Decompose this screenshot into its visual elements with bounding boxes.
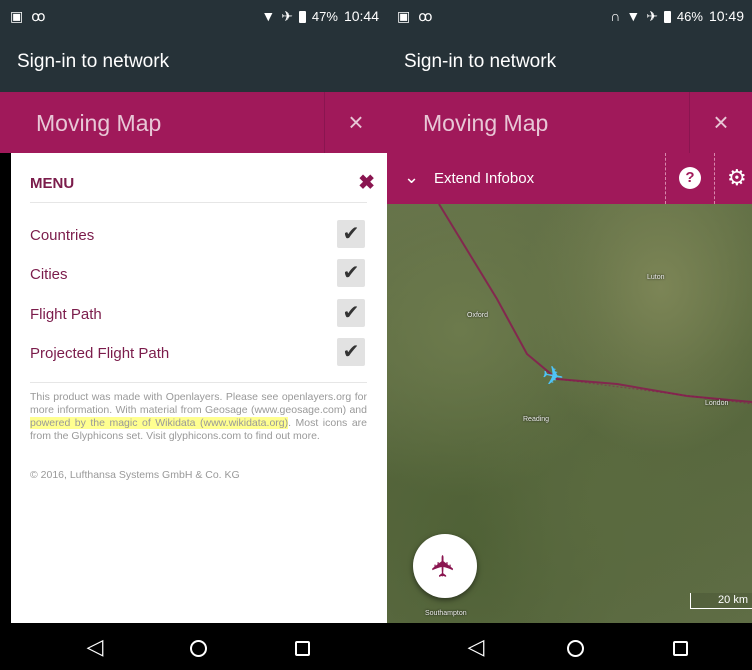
app-bar: Sign-in to network [387,32,752,92]
credits-highlight: powered by the magic of Wikidata (www.wi… [30,417,289,429]
checkmark-icon[interactable]: ✔ [337,338,365,366]
app-bar-title: Sign-in to network [404,51,557,72]
place-label: Luton [647,274,665,281]
center-airplane-button[interactable]: ✈ [413,534,477,598]
infobar-divider [714,153,715,204]
checkmark-icon[interactable]: ✔ [337,220,365,248]
airplane-mode-icon: ✈ [646,8,658,24]
menu-item-countries[interactable]: Countries ✔ [30,220,367,252]
menu-panel: MENU ✖ Countries ✔ Cities ✔ Flight Path … [11,153,387,623]
right-screenshot: ▣ ꝏ ∩ ▼ ✈ 46% 10:49 Sign-in to network M… [387,0,752,670]
place-label: London [705,400,729,407]
clock: 10:44 [343,8,379,24]
menu-item-label: Flight Path [30,306,102,323]
menu-item-cities[interactable]: Cities ✔ [30,259,367,291]
close-map-button[interactable]: × [690,92,752,153]
recents-icon[interactable] [272,623,332,670]
battery-icon [663,11,671,23]
battery-icon [298,11,306,23]
system-nav-bar: ◁ [0,623,387,670]
battery-percent: 47% [311,8,338,24]
menu-divider [30,382,367,383]
home-icon[interactable] [545,623,605,670]
menu-item-label: Countries [30,227,95,244]
app-bar-title: Sign-in to network [17,51,170,72]
map-header: Moving Map × [0,92,387,153]
menu-close-icon[interactable]: ✖ [358,170,375,195]
recents-icon[interactable] [650,623,710,670]
app-bar: Sign-in to network [0,32,387,92]
place-label: Oxford [467,312,489,319]
menu-divider [30,202,367,203]
map-header-title: Moving Map [36,110,162,136]
wifi-icon: ▼ [261,8,276,24]
place-label: Reading [523,416,550,423]
map-scale: 20 km [690,593,752,609]
home-icon[interactable] [168,623,228,670]
clock: 10:49 [708,8,744,24]
airplane-mode-icon: ✈ [281,8,293,24]
image-icon: ▣ [10,8,24,24]
checkmark-icon[interactable]: ✔ [337,299,365,327]
flight-path-line [438,204,752,403]
wifi-icon: ▼ [626,8,641,24]
chevron-down-icon[interactable]: ⌄ [404,167,419,188]
extend-infobox-button[interactable]: Extend Infobox [434,170,534,187]
left-screenshot: ▣ ꝏ ▼ ✈ 47% 10:44 Sign-in to network Mov… [0,0,387,670]
voicemail-icon: ꝏ [31,8,46,24]
checkmark-icon[interactable]: ✔ [337,259,365,287]
menu-item-label: Cities [30,266,68,283]
map-header: Moving Map × [387,92,752,153]
headset-icon: ∩ [610,8,621,24]
infobox-bar: ⌄ Extend Infobox ? ⚙ [387,153,752,204]
menu-item-projected-flight-path[interactable]: Projected Flight Path ✔ [30,338,367,370]
menu-item-label: Projected Flight Path [30,345,170,362]
help-icon[interactable]: ? [679,167,701,189]
airplane-icon: ✈ [427,553,461,579]
status-bar: ▣ ꝏ ▼ ✈ 47% 10:44 [0,0,387,32]
system-nav-bar: ◁ [387,623,752,670]
back-icon[interactable]: ◁ [65,623,125,670]
map-header-title: Moving Map [423,110,549,136]
back-icon[interactable]: ◁ [446,623,506,670]
menu-title: MENU [30,175,75,192]
place-label: Southampton [425,610,467,617]
voicemail-icon: ꝏ [418,8,433,24]
gear-icon[interactable]: ⚙ [727,165,747,191]
copyright-text: © 2016, Lufthansa Systems GmbH & Co. KG [30,469,240,481]
battery-percent: 46% [676,8,703,24]
credits-text: This product was made with Openlayers. P… [30,391,367,443]
menu-item-flight-path[interactable]: Flight Path ✔ [30,299,367,331]
image-icon: ▣ [397,8,411,24]
infobar-divider [665,153,666,204]
close-map-button[interactable]: × [325,92,387,153]
status-bar: ▣ ꝏ ∩ ▼ ✈ 46% 10:49 [387,0,752,32]
credits-part: This product was made with Openlayers. P… [30,391,367,416]
